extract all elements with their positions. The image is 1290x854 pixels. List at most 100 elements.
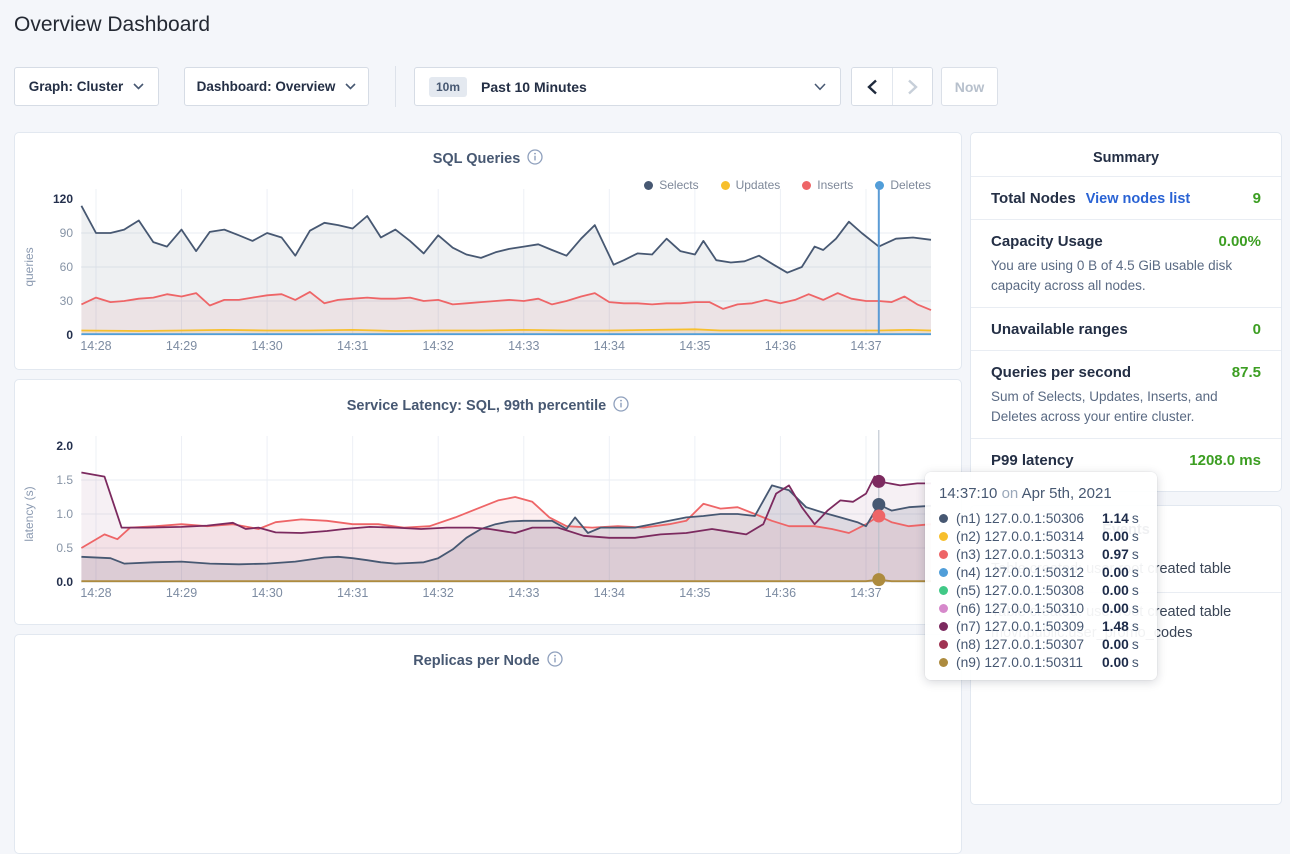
time-next-button[interactable] [892,68,932,105]
tooltip-row-n3: (n3) 127.0.0.1:503130.97s [939,545,1143,563]
svg-text:14:36: 14:36 [765,586,796,600]
summary-row-label: Capacity Usage [991,233,1103,250]
summary-row-description: Sum of Selects, Updates, Inserts, and De… [991,387,1261,426]
tooltip-row-n1: (n1) 127.0.0.1:503061.14s [939,509,1143,527]
sql-queries-panel: SQL Queries Selects Updates Inserts Dele… [14,132,962,370]
summary-row-label: Queries per second [991,364,1131,381]
service-latency-chart[interactable]: 14:28 14:29 14:30 14:31 14:32 14:33 14:34 14:35… [15,380,961,624]
svg-text:60: 60 [60,260,74,274]
svg-text:14:36: 14:36 [765,339,796,353]
node-dot-icon [939,550,948,559]
svg-text:14:34: 14:34 [594,339,625,353]
tooltip-row-n6: (n6) 127.0.0.1:503100.00s [939,599,1143,617]
svg-text:0: 0 [66,328,73,342]
summary-row-value: 0 [1253,321,1261,338]
svg-text:14:33: 14:33 [508,339,539,353]
view-nodes-list-link[interactable]: View nodes list [1086,191,1191,207]
tooltip-row-n8: (n8) 127.0.0.1:503070.00s [939,635,1143,653]
dashboard-dropdown[interactable]: Dashboard: Overview [184,67,369,106]
svg-text:30: 30 [60,294,74,308]
summary-row-value: 0.00% [1218,233,1261,250]
service-latency-panel: Service Latency: SQL, 99th percentile 14… [14,379,962,625]
tooltip-row-n2: (n2) 127.0.0.1:503140.00s [939,527,1143,545]
svg-text:14:37: 14:37 [850,339,881,353]
chart-hover-tooltip: 14:37:10 on Apr 5th, 2021 (n1) 127.0.0.1… [925,472,1157,680]
tooltip-date: Apr 5th, 2021 [1022,485,1112,502]
time-prev-button[interactable] [852,68,892,105]
tooltip-row-n7: (n7) 127.0.0.1:503091.48s [939,617,1143,635]
chevron-down-icon [814,83,826,91]
replicas-title: Replicas per Node [15,651,961,671]
overview-dashboard-page: Overview Dashboard Graph: Cluster Dashbo… [0,0,1290,689]
svg-text:0.5: 0.5 [56,541,73,555]
svg-text:14:37: 14:37 [850,586,881,600]
node-dot-icon [939,586,948,595]
summary-row-value: 87.5 [1232,364,1261,381]
replicas-panel: Replicas per Node [14,634,962,854]
sql-queries-chart[interactable]: 14:28 14:29 14:30 14:31 14:32 14:33 14:34 14:35… [15,133,961,369]
svg-text:90: 90 [60,226,74,240]
now-button[interactable]: Now [941,67,998,106]
svg-text:1.0: 1.0 [56,507,73,521]
tooltip-timestamp: 14:37:10 on Apr 5th, 2021 [939,485,1143,502]
svg-text:2.0: 2.0 [56,439,73,453]
chevron-down-icon [133,83,144,90]
summary-row-capacity-usage: Capacity Usage 0.00% You are using 0 B o… [971,219,1281,307]
svg-text:1.5: 1.5 [56,473,73,487]
tooltip-row-n9: (n9) 127.0.0.1:503110.00s [939,653,1143,671]
replicas-title-text: Replicas per Node [413,653,540,669]
node-dot-icon [939,622,948,631]
svg-text:14:33: 14:33 [508,586,539,600]
graph-dropdown-label: Graph: Cluster [29,79,124,94]
summary-title: Summary [971,133,1281,176]
svg-text:14:31: 14:31 [337,339,368,353]
summary-row-total-nodes: Total Nodes View nodes list 9 [971,176,1281,219]
controls-divider [395,66,396,107]
chevron-right-icon [907,79,918,95]
time-range-selector[interactable]: 10m Past 10 Minutes [414,67,841,106]
time-range-label: Past 10 Minutes [481,79,814,95]
time-pager [851,67,933,106]
summary-row-label: P99 latency [991,452,1074,469]
summary-row-description: You are using 0 B of 4.5 GiB usable disk… [991,256,1261,295]
summary-row-label: Unavailable ranges [991,321,1128,338]
svg-text:0.0: 0.0 [56,575,73,589]
chevron-left-icon [867,79,878,95]
tooltip-row-n4: (n4) 127.0.0.1:503120.00s [939,563,1143,581]
node-dot-icon [939,658,948,667]
tooltip-row-n5: (n5) 127.0.0.1:503080.00s [939,581,1143,599]
svg-text:14:29: 14:29 [166,586,197,600]
svg-text:120: 120 [53,192,73,206]
svg-text:14:35: 14:35 [679,339,710,353]
svg-text:queries: queries [22,247,36,286]
tooltip-time: 14:37:10 [939,485,997,502]
summary-row-unavailable-ranges: Unavailable ranges 0 [971,307,1281,350]
dashboard-dropdown-label: Dashboard: Overview [197,79,336,94]
svg-text:14:29: 14:29 [166,339,197,353]
summary-row-label: Total Nodes [991,190,1076,207]
svg-text:14:32: 14:32 [423,339,454,353]
svg-text:14:35: 14:35 [679,586,710,600]
summary-row-value: 1208.0 ms [1189,452,1261,469]
svg-text:14:32: 14:32 [423,586,454,600]
svg-text:latency (s): latency (s) [22,486,36,541]
summary-panel: Summary Total Nodes View nodes list 9 Ca… [970,132,1282,492]
chevron-down-icon [345,83,356,90]
summary-row-value: 9 [1253,190,1261,207]
time-range-badge: 10m [429,77,467,97]
graph-dropdown[interactable]: Graph: Cluster [14,67,159,106]
info-icon[interactable] [547,651,563,671]
svg-text:14:28: 14:28 [80,586,111,600]
svg-text:14:28: 14:28 [80,339,111,353]
node-dot-icon [939,532,948,541]
summary-row-qps: Queries per second 87.5 Sum of Selects, … [971,350,1281,438]
node-dot-icon [939,640,948,649]
svg-text:14:31: 14:31 [337,586,368,600]
node-dot-icon [939,568,948,577]
node-dot-icon [939,604,948,613]
svg-text:14:30: 14:30 [251,586,282,600]
page-title: Overview Dashboard [14,13,210,37]
svg-text:14:34: 14:34 [594,586,625,600]
node-dot-icon [939,514,948,523]
svg-text:14:30: 14:30 [251,339,282,353]
